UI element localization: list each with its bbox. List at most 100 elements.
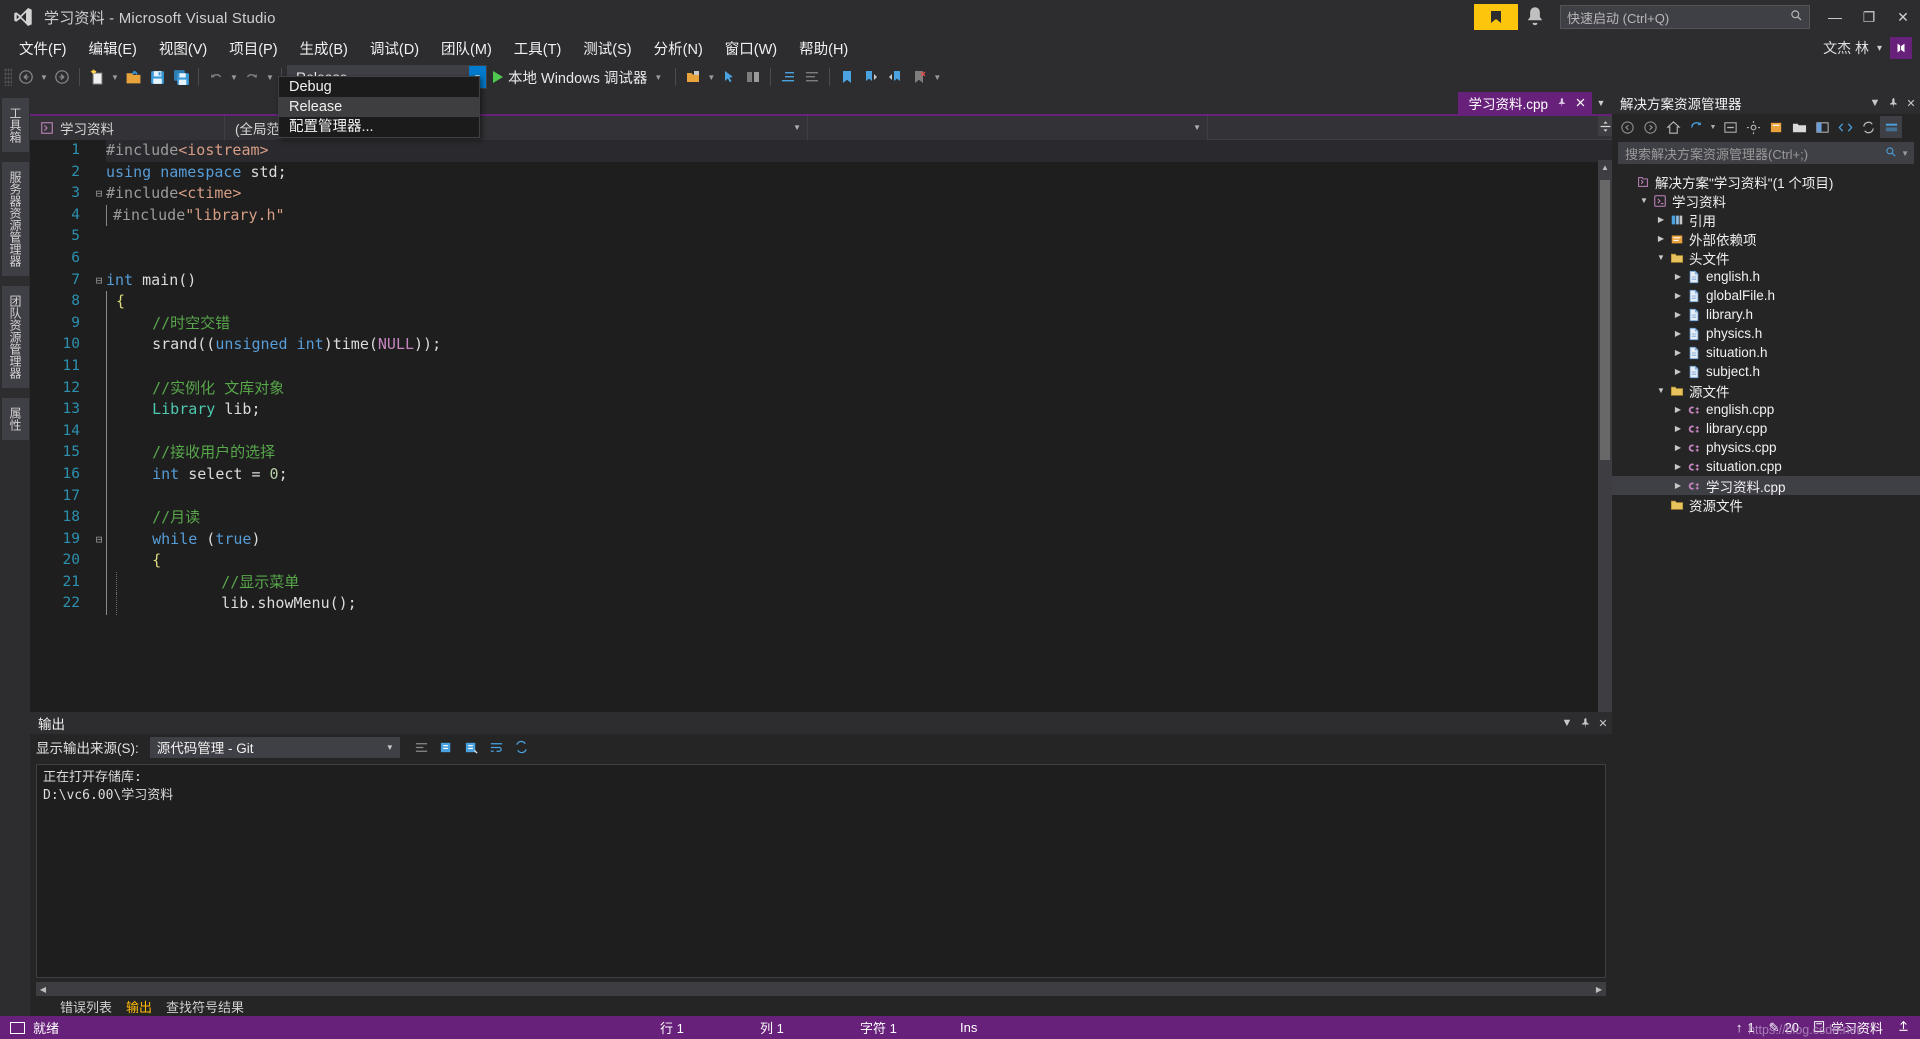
fold-toggle-icon[interactable]: ⊟ xyxy=(92,529,106,551)
scrollbar-thumb[interactable] xyxy=(1600,180,1610,460)
code-view-icon[interactable] xyxy=(1834,116,1856,138)
compare-icon[interactable] xyxy=(741,65,765,89)
output-panel-text[interactable]: 正在打开存储库: D:\vc6.00\学习资料 xyxy=(36,764,1606,978)
code-line[interactable]: 18 //月读 xyxy=(30,507,1612,529)
output-hscroll-track[interactable] xyxy=(50,982,1592,996)
code-line[interactable]: 1 #include<iostream> xyxy=(30,140,1612,162)
chevron-right-icon[interactable]: ▶ xyxy=(1671,481,1685,490)
folder-dropdown[interactable]: ▼ xyxy=(705,65,717,89)
output-tab-2[interactable]: 查找符号结果 xyxy=(160,996,250,1017)
tree-item-7[interactable]: ▶ library.h xyxy=(1612,305,1920,324)
config-option-2[interactable]: 配置管理器... xyxy=(279,117,479,137)
code-line[interactable]: 8{ xyxy=(30,291,1612,313)
code-line[interactable]: 4 #include"library.h" xyxy=(30,204,1612,227)
redo-icon[interactable] xyxy=(240,65,264,89)
start-debugging-button[interactable]: 本地 Windows 调试器 ▼ xyxy=(487,65,670,89)
tree-item-14[interactable]: ▶ physics.cpp xyxy=(1612,438,1920,457)
menu-item-5[interactable]: 调试(D) xyxy=(359,35,430,62)
tree-item-1[interactable]: ▼ 学习资料 xyxy=(1612,191,1920,210)
code-line[interactable]: 11 xyxy=(30,355,1612,378)
chevron-down-icon[interactable]: ▾ xyxy=(1877,43,1882,54)
code-line[interactable]: 12 //实例化 文库对象 xyxy=(30,377,1612,400)
pin-icon[interactable] xyxy=(1576,712,1594,734)
tree-item-4[interactable]: ▼ 头文件 xyxy=(1612,248,1920,267)
menu-item-6[interactable]: 团队(M) xyxy=(430,35,503,62)
code-line[interactable]: 13 Library lib; xyxy=(30,399,1612,421)
document-tab-active[interactable]: 学习资料.cpp xyxy=(1458,92,1592,114)
code-line[interactable]: 2 using namespace std; xyxy=(30,162,1612,184)
find-message-icon[interactable] xyxy=(411,736,433,758)
forward-icon[interactable] xyxy=(1639,116,1661,138)
menu-item-2[interactable]: 视图(V) xyxy=(148,35,218,62)
feedback-flag-icon[interactable] xyxy=(1474,4,1518,30)
tree-item-0[interactable]: 解决方案"学习资料"(1 个项目) xyxy=(1612,172,1920,191)
close-icon[interactable]: ✕ xyxy=(1594,712,1612,734)
chevron-right-icon[interactable]: ▶ xyxy=(1671,462,1685,471)
maximize-button[interactable]: ❐ xyxy=(1852,2,1886,32)
properties-icon[interactable] xyxy=(1742,116,1764,138)
chevron-right-icon[interactable]: ▶ xyxy=(1671,310,1685,319)
notification-bell-icon[interactable] xyxy=(1522,4,1548,30)
menu-item-11[interactable]: 帮助(H) xyxy=(788,35,859,62)
chevron-down-icon[interactable]: ▼ xyxy=(1558,712,1576,734)
tree-item-13[interactable]: ▶ library.cpp xyxy=(1612,419,1920,438)
editor-split-handle[interactable] xyxy=(1598,116,1612,136)
menu-item-7[interactable]: 工具(T) xyxy=(503,35,573,62)
chevron-down-icon[interactable]: ▼ xyxy=(1866,92,1884,114)
pin-icon[interactable] xyxy=(1556,96,1567,111)
solution-configuration-dropdown[interactable]: Debug Release 配置管理器... xyxy=(278,76,480,138)
chevron-down-icon[interactable]: ▼ xyxy=(793,123,801,132)
pin-icon[interactable] xyxy=(1884,92,1902,114)
code-line[interactable]: 20 { xyxy=(30,550,1612,572)
scroll-left-icon[interactable]: ◀ xyxy=(36,982,50,996)
chevron-right-icon[interactable]: ▶ xyxy=(1671,291,1685,300)
toggle-word-wrap-icon[interactable] xyxy=(486,736,508,758)
bookmark-next-icon[interactable] xyxy=(859,65,883,89)
navigate-back-dropdown[interactable]: ▼ xyxy=(38,65,50,89)
navbar-project-combo[interactable]: 学习资料 xyxy=(30,115,225,140)
chevron-down-icon[interactable]: ▼ xyxy=(386,743,394,752)
code-line[interactable]: 17 xyxy=(30,485,1612,508)
solution-explorer-tree[interactable]: 解决方案"学习资料"(1 个项目) ▼ 学习资料 ▶ 引用 ▶ 外部依赖项 ▼ 头文件 ▶ engl… xyxy=(1612,172,1920,1016)
chevron-down-icon[interactable]: ▼ xyxy=(1637,196,1651,205)
chevron-down-icon[interactable]: ▼ xyxy=(1654,253,1668,262)
code-line[interactable]: 21 //显示菜单 xyxy=(30,571,1612,594)
solution-explorer-search-input[interactable]: 搜索解决方案资源管理器(Ctrl+;) ▼ xyxy=(1618,142,1914,164)
new-folder-icon[interactable] xyxy=(1788,116,1810,138)
tool-tab-3[interactable]: 属性 xyxy=(2,398,29,440)
clear-pane-icon[interactable] xyxy=(461,736,483,758)
collapse-all-icon[interactable] xyxy=(1719,116,1741,138)
menu-item-8[interactable]: 测试(S) xyxy=(572,35,642,62)
refresh-icon[interactable] xyxy=(1685,116,1707,138)
tool-tab-0[interactable]: 工具箱 xyxy=(2,98,29,152)
bookmark-prev-icon[interactable] xyxy=(883,65,907,89)
output-tab-1[interactable]: 输出 xyxy=(120,996,158,1017)
config-option-1[interactable]: Release xyxy=(279,97,479,117)
search-icon[interactable] xyxy=(1885,146,1897,161)
close-icon[interactable]: ✕ xyxy=(1902,92,1920,114)
fold-toggle-icon[interactable]: ⊟ xyxy=(92,270,106,292)
minimize-button[interactable]: — xyxy=(1818,2,1852,32)
chevron-right-icon[interactable]: ▶ xyxy=(1671,348,1685,357)
output-source-combo[interactable]: 源代码管理 - Git ▼ xyxy=(149,736,400,758)
chevron-right-icon[interactable]: ▶ xyxy=(1671,405,1685,414)
tree-item-8[interactable]: ▶ physics.h xyxy=(1612,324,1920,343)
chevron-right-icon[interactable]: ▶ xyxy=(1671,329,1685,338)
scroll-right-icon[interactable]: ▶ xyxy=(1592,982,1606,996)
bookmark-icon[interactable] xyxy=(835,65,859,89)
back-icon[interactable] xyxy=(1616,116,1638,138)
save-icon[interactable] xyxy=(145,65,169,89)
code-line[interactable]: 7 ⊟ int main() xyxy=(30,270,1612,292)
code-line[interactable]: 22 lib.showMenu(); xyxy=(30,593,1612,616)
tree-item-10[interactable]: ▶ subject.h xyxy=(1612,362,1920,381)
redo-dropdown[interactable]: ▼ xyxy=(264,65,276,89)
auto-scroll-icon[interactable] xyxy=(511,736,533,758)
pin-panel-icon[interactable] xyxy=(1880,116,1902,138)
chevron-right-icon[interactable]: ▶ xyxy=(1671,424,1685,433)
chevron-right-icon[interactable]: ▶ xyxy=(1671,443,1685,452)
chevron-right-icon[interactable]: ▶ xyxy=(1671,367,1685,376)
menu-item-10[interactable]: 窗口(W) xyxy=(714,35,788,62)
folder-icon[interactable] xyxy=(681,65,705,89)
clear-all-icon[interactable] xyxy=(436,736,458,758)
tree-item-11[interactable]: ▼ 源文件 xyxy=(1612,381,1920,400)
